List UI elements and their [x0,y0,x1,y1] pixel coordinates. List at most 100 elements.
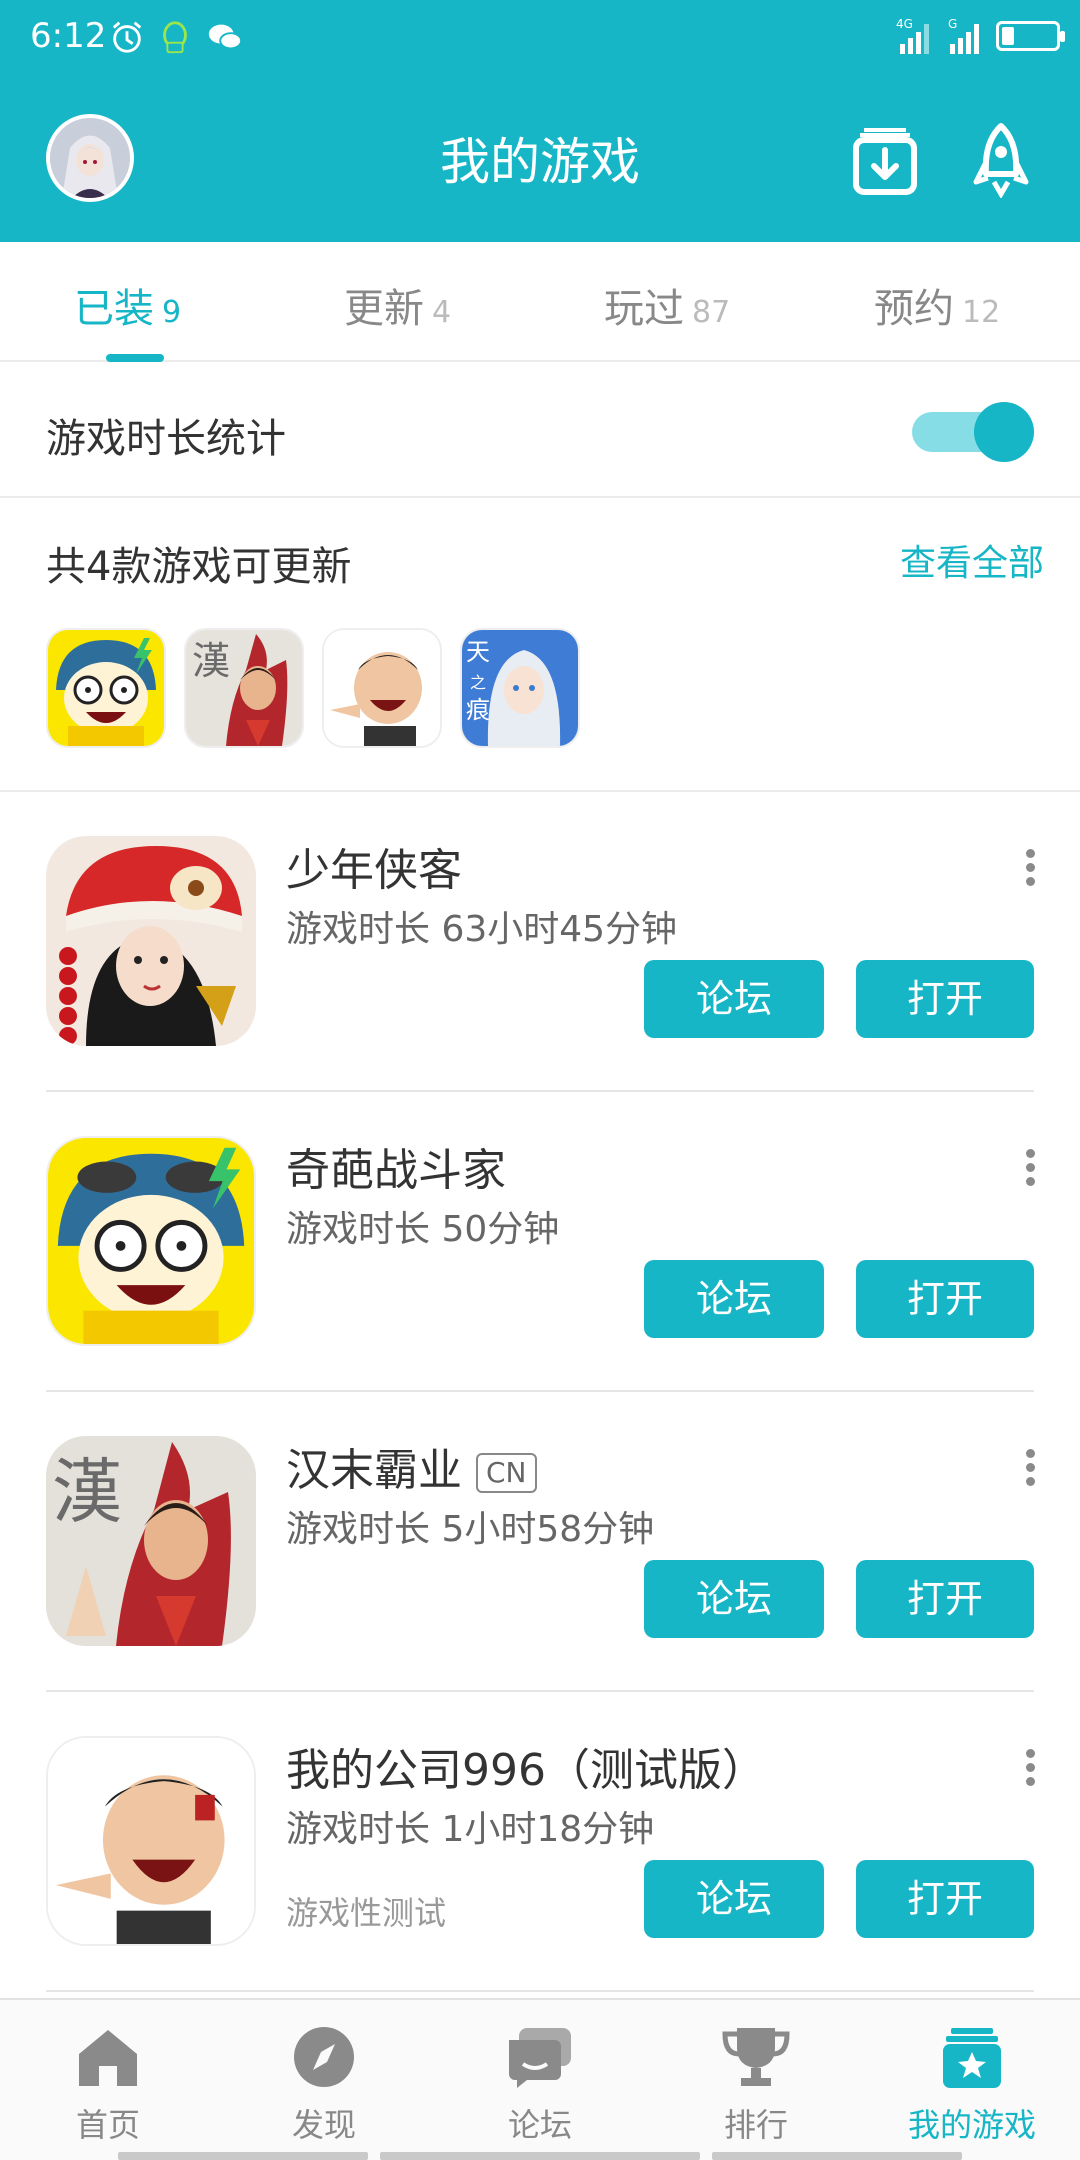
svg-text:漢: 漢 [52,1451,122,1533]
qipa-artwork [48,630,164,746]
open-button[interactable]: 打开 [856,1560,1034,1638]
tab-count: 87 [692,295,731,330]
updates-section: 共4款游戏可更新 查看全部 漢 天之痕 [0,498,1080,792]
update-game-icon-tianzhihen[interactable]: 天之痕 [460,628,580,748]
forum-button[interactable]: 论坛 [644,960,824,1038]
forum-button[interactable]: 论坛 [644,1560,824,1638]
game-playtime: 游戏时长 1小时18分钟 [286,1809,655,1850]
svg-text:痕: 痕 [466,696,490,724]
hanmo-artwork: 漢 [186,630,302,746]
game-note: 游戏性测试 [286,1894,447,1932]
view-all-link[interactable]: 查看全部 [900,534,1044,586]
open-button[interactable]: 打开 [856,1860,1034,1938]
signal-g-icon: G [948,17,979,54]
chat-icon [509,2028,571,2088]
svg-text:天: 天 [466,638,490,666]
game-name: 汉末霸业 CN [286,1434,537,1498]
game-icon[interactable] [46,836,256,1046]
toggle-knob [974,402,1034,462]
game-item[interactable]: 漢 汉末霸业 CN 游戏时长 5小时58分钟 论坛 打开 [0,1392,1080,1692]
qipa-zhandoujia-artwork [48,1138,254,1344]
game-item[interactable]: 我的公司996（测试版） 游戏时长 1小时18分钟 游戏性测试 论坛 打开 [0,1692,1080,1992]
qq-notification-icon [163,21,187,54]
nav-ranking[interactable]: 排行 [676,2024,836,2146]
nav-label: 首页 [75,2106,140,2144]
my-company-996-artwork [48,1738,254,1944]
nav-discover[interactable]: 发现 [244,2024,404,2146]
nav-forum[interactable]: 论坛 [460,2024,620,2146]
gesture-bar [712,2152,962,2160]
shaonian-xiake-artwork [46,836,256,1046]
tab-label: 已装 [74,286,154,332]
status-time: 6:12 [30,16,107,56]
region-tag: CN [476,1453,537,1493]
game-item[interactable]: 奇葩战斗家 游戏时长 50分钟 论坛 打开 [0,1092,1080,1392]
update-game-icon-company996[interactable] [322,628,442,748]
open-button[interactable]: 打开 [856,1260,1034,1338]
update-game-icon-qipa[interactable] [46,628,166,748]
game-item[interactable]: 少年侠客 游戏时长 63小时45分钟 论坛 打开 [0,792,1080,1092]
game-playtime: 游戏时长 5小时58分钟 [286,1509,655,1550]
game-icon[interactable]: 漢 [46,1436,256,1646]
signal-4g-icon: 4G [896,17,929,54]
gesture-bar [118,2152,368,2160]
company996-artwork [324,630,440,746]
game-tabs: 已装 9 更新 4 玩过 87 预约 12 [0,242,1080,362]
svg-text:之: 之 [470,673,486,692]
tab-updates[interactable]: 更新 4 [344,276,451,334]
nav-label: 发现 [291,2106,356,2144]
game-name: 少年侠客 [286,845,462,896]
svg-text:4G: 4G [896,17,913,31]
alarm-icon [112,21,142,53]
game-playtime: 游戏时长 50分钟 [286,1209,560,1250]
nav-label: 我的游戏 [907,2106,1036,2144]
game-name-text: 汉末霸业 [286,1445,462,1496]
tab-label: 玩过 [604,286,684,332]
forum-button[interactable]: 论坛 [644,1260,824,1338]
svg-text:漢: 漢 [192,639,230,683]
rocket-icon[interactable] [966,122,1036,198]
updates-title: 共4款游戏可更新 [46,544,352,590]
playtime-stats-toggle[interactable] [912,400,1034,464]
tianzhihen-artwork: 天之痕 [462,630,578,746]
hanmo-baye-artwork: 漢 [46,1436,256,1646]
status-bar: 6:12 4G G [0,0,1080,78]
update-game-icon-hanmo[interactable]: 漢 [184,628,304,748]
home-icon [79,2030,137,2086]
compass-icon [294,2027,354,2087]
trophy-icon [722,2028,790,2086]
game-name: 我的公司996（测试版） [286,1745,766,1796]
more-options-icon[interactable] [1018,1744,1042,1794]
open-button[interactable]: 打开 [856,960,1034,1038]
tab-count: 12 [962,295,1001,330]
nav-my-games[interactable]: 我的游戏 [892,2024,1052,2146]
my-games-star-icon [943,2028,1001,2088]
nav-label: 排行 [723,2106,788,2144]
nav-label: 论坛 [507,2106,572,2144]
forum-button[interactable]: 论坛 [644,1860,824,1938]
game-icon[interactable] [46,1136,256,1346]
playtime-stats-label: 游戏时长统计 [46,416,286,462]
game-playtime: 游戏时长 63小时45分钟 [286,909,678,950]
game-name: 奇葩战斗家 [286,1145,506,1196]
app-header: 6:12 4G G 我的游戏 [0,0,1080,242]
more-options-icon[interactable] [1018,844,1042,894]
divider [46,1990,1034,1992]
tab-count: 4 [432,295,452,330]
svg-text:G: G [948,17,957,31]
nav-home[interactable]: 首页 [28,2024,188,2146]
tab-played[interactable]: 玩过 87 [604,276,730,334]
battery-icon [996,21,1065,51]
wechat-icon [208,24,243,50]
more-options-icon[interactable] [1018,1444,1042,1494]
gesture-bar [380,2152,700,2160]
tab-label: 更新 [344,286,424,332]
tab-reserved[interactable]: 预约 12 [874,276,1000,334]
more-options-icon[interactable] [1018,1144,1042,1194]
game-icon[interactable] [46,1736,256,1946]
download-box-icon[interactable] [850,122,920,198]
tab-count: 9 [162,295,182,330]
bottom-navigation: 首页 发现 论坛 排行 我的游戏 [0,1998,1080,2160]
active-tab-indicator [106,354,164,362]
tab-installed[interactable]: 已装 9 [74,276,181,334]
